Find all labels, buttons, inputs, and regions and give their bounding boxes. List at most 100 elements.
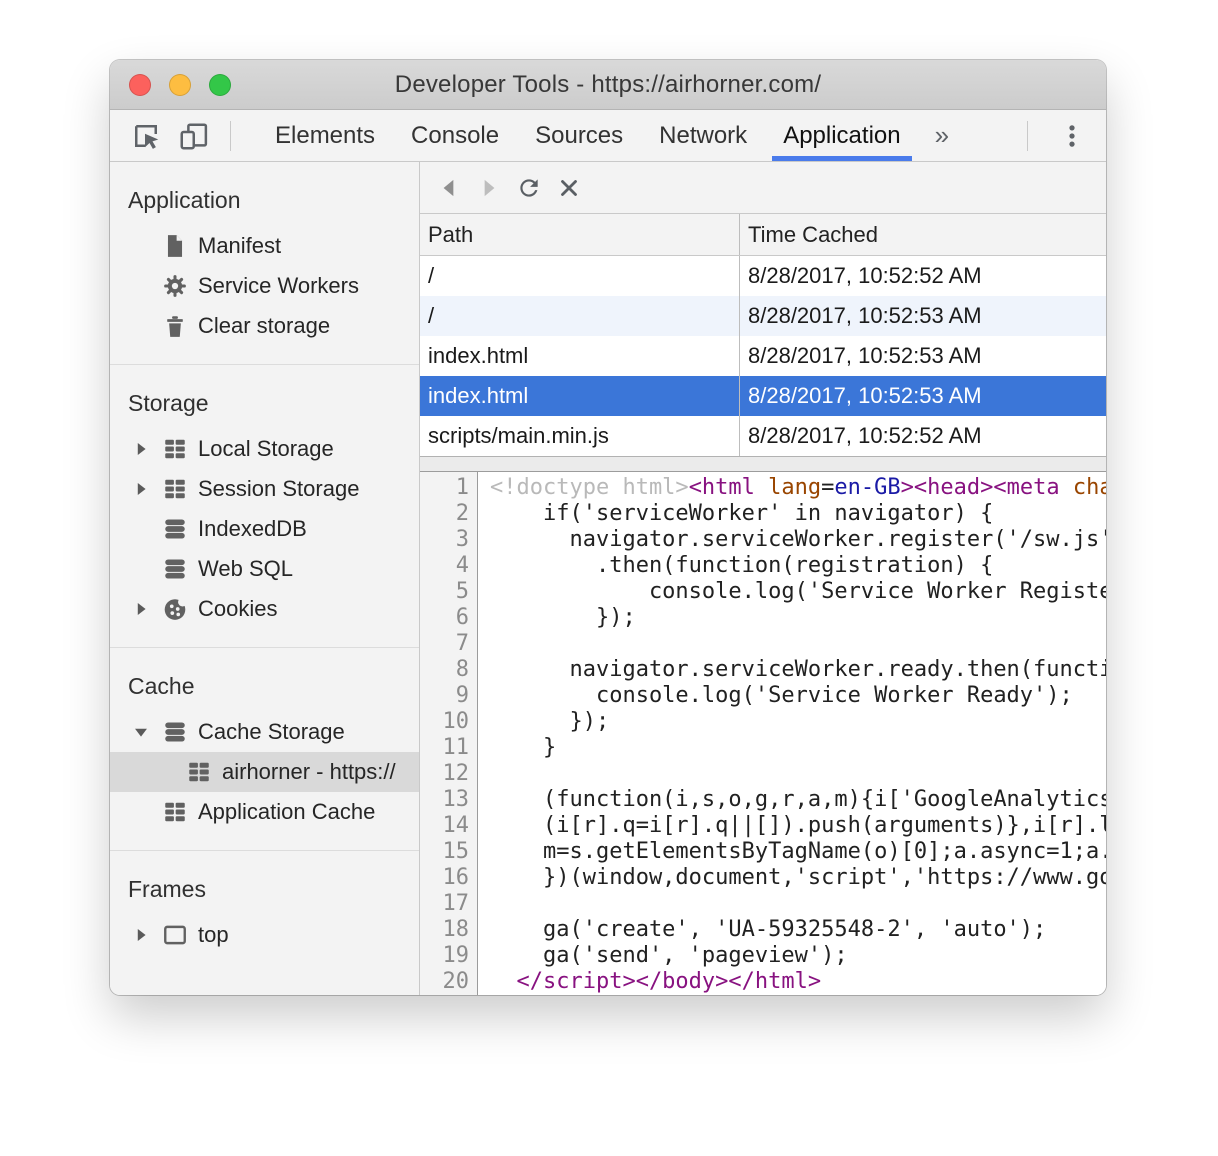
code-line: </script></body></html>: [490, 969, 1106, 995]
database-icon: [162, 719, 188, 745]
zoom-window-button[interactable]: [209, 74, 231, 96]
cell-time-cached: 8/28/2017, 10:52:52 AM: [740, 256, 1106, 296]
code-line: m=s.getElementsByTagName(o)[0];a.async=1…: [490, 839, 1106, 865]
code-lines: <!doctype html><html lang=en-GB><head><m…: [478, 472, 1106, 995]
sidebar-item-cookies[interactable]: Cookies: [110, 589, 419, 629]
sidebar-item-indexeddb[interactable]: IndexedDB: [110, 509, 419, 549]
sidebar-item-label: Cache Storage: [198, 719, 345, 745]
device-toolbar-icon[interactable]: [178, 120, 210, 152]
tab-network[interactable]: Network: [646, 110, 760, 161]
grid-header: Path Time Cached: [420, 214, 1106, 256]
disclosure-triangle-icon[interactable]: [130, 477, 162, 501]
disclosure-triangle-icon[interactable]: [130, 437, 162, 461]
table-row[interactable]: /8/28/2017, 10:52:53 AM: [420, 296, 1106, 336]
code-line: [490, 631, 1106, 657]
sidebar-section-cache: CacheCache Storageairhorner - https://Ap…: [110, 648, 419, 851]
sidebar-item-local-storage[interactable]: Local Storage: [110, 429, 419, 469]
tab-strip: ElementsConsoleSourcesNetworkApplication: [257, 110, 919, 161]
line-number-gutter: 1234567891011121314151617181920: [420, 472, 478, 995]
sidebar-item-top[interactable]: top: [110, 915, 419, 955]
column-header-time-cached[interactable]: Time Cached: [740, 214, 1106, 255]
column-header-path[interactable]: Path: [420, 214, 740, 255]
cell-path: scripts/main.min.js: [420, 416, 740, 456]
window-title: Developer Tools - https://airhorner.com/: [110, 71, 1106, 99]
code-line: [490, 891, 1106, 917]
refresh-button[interactable]: [516, 175, 542, 201]
inspect-element-icon[interactable]: [130, 120, 162, 152]
section-header-application: Application: [110, 180, 419, 220]
back-icon: [436, 175, 462, 201]
trash-icon: [162, 313, 188, 339]
disclosure-triangle-icon[interactable]: [130, 597, 162, 621]
forward-button[interactable]: [476, 175, 502, 201]
line-number: 6: [420, 605, 469, 631]
expander-spacer: [130, 800, 162, 824]
grid-icon: [162, 476, 188, 502]
frame-icon: [162, 922, 188, 948]
code-line: }: [490, 735, 1106, 761]
section-header-frames: Frames: [110, 869, 419, 909]
grid-icon: [162, 799, 188, 825]
table-row[interactable]: scripts/main.min.js8/28/2017, 10:52:52 A…: [420, 416, 1106, 456]
line-number: 19: [420, 943, 469, 969]
database-icon: [162, 556, 188, 582]
sidebar: Application ManifestService Workers Clear …: [110, 162, 420, 995]
minimize-window-button[interactable]: [169, 74, 191, 96]
file-icon: [162, 233, 188, 259]
gear-icon: [162, 273, 188, 299]
sidebar-item-label: Clear storage: [198, 313, 330, 339]
disclosure-triangle-icon[interactable]: [130, 923, 162, 947]
table-row[interactable]: index.html8/28/2017, 10:52:53 AM: [420, 376, 1106, 416]
sidebar-item-label: top: [198, 922, 229, 948]
code-line: [490, 761, 1106, 787]
delete-icon: [556, 175, 582, 201]
sidebar-item-session-storage[interactable]: Session Storage: [110, 469, 419, 509]
line-number: 20: [420, 969, 469, 995]
cell-time-cached: 8/28/2017, 10:52:53 AM: [740, 336, 1106, 376]
code-line: })(window,document,'script','https://www…: [490, 865, 1106, 891]
tab-console[interactable]: Console: [398, 110, 512, 161]
refresh-icon: [516, 175, 542, 201]
section-header-storage: Storage: [110, 383, 419, 423]
sidebar-item-label: Local Storage: [198, 436, 334, 462]
sidebar-item-web-sql[interactable]: Web SQL: [110, 549, 419, 589]
sidebar-item-cache-storage[interactable]: Cache Storage: [110, 712, 419, 752]
cell-path: /: [420, 256, 740, 296]
sidebar-section-storage: Storage Local Storage Session StorageIndex…: [110, 365, 419, 648]
code-line: });: [490, 709, 1106, 735]
table-row[interactable]: /8/28/2017, 10:52:52 AM: [420, 256, 1106, 296]
line-number: 8: [420, 657, 469, 683]
sidebar-item-airhorner-https[interactable]: airhorner - https://: [110, 752, 419, 792]
tab-elements[interactable]: Elements: [262, 110, 388, 161]
line-number: 17: [420, 891, 469, 917]
devtools-menu-icon[interactable]: [1056, 120, 1088, 152]
sidebar-item-application-cache[interactable]: Application Cache: [110, 792, 419, 832]
tab-application[interactable]: Application: [770, 110, 913, 161]
line-number: 14: [420, 813, 469, 839]
cell-path: index.html: [420, 336, 740, 376]
line-number: 1: [420, 475, 469, 501]
code-line: .then(function(registration) {: [490, 553, 1106, 579]
grid-icon: [162, 436, 188, 462]
line-number: 15: [420, 839, 469, 865]
disclosure-triangle-icon[interactable]: [130, 720, 162, 744]
application-panel: Application ManifestService Workers Clear …: [110, 162, 1106, 995]
pane-splitter[interactable]: [420, 456, 1106, 472]
line-number: 5: [420, 579, 469, 605]
sidebar-item-clear-storage[interactable]: Clear storage: [110, 306, 419, 346]
back-button[interactable]: [436, 175, 462, 201]
tab-sources[interactable]: Sources: [522, 110, 636, 161]
delete-button[interactable]: [556, 175, 582, 201]
expander-spacer: [130, 314, 162, 338]
cell-time-cached: 8/28/2017, 10:52:52 AM: [740, 416, 1106, 456]
sidebar-item-manifest[interactable]: Manifest: [110, 226, 419, 266]
close-window-button[interactable]: [129, 74, 151, 96]
sidebar-item-service-workers[interactable]: Service Workers: [110, 266, 419, 306]
traffic-lights: [129, 60, 231, 109]
table-row[interactable]: index.html8/28/2017, 10:52:53 AM: [420, 336, 1106, 376]
cookie-icon: [162, 596, 188, 622]
sidebar-item-label: Cookies: [198, 596, 277, 622]
more-tabs-button[interactable]: »: [925, 120, 959, 151]
line-number: 3: [420, 527, 469, 553]
code-line: <!doctype html><html lang=en-GB><head><m…: [490, 475, 1106, 501]
